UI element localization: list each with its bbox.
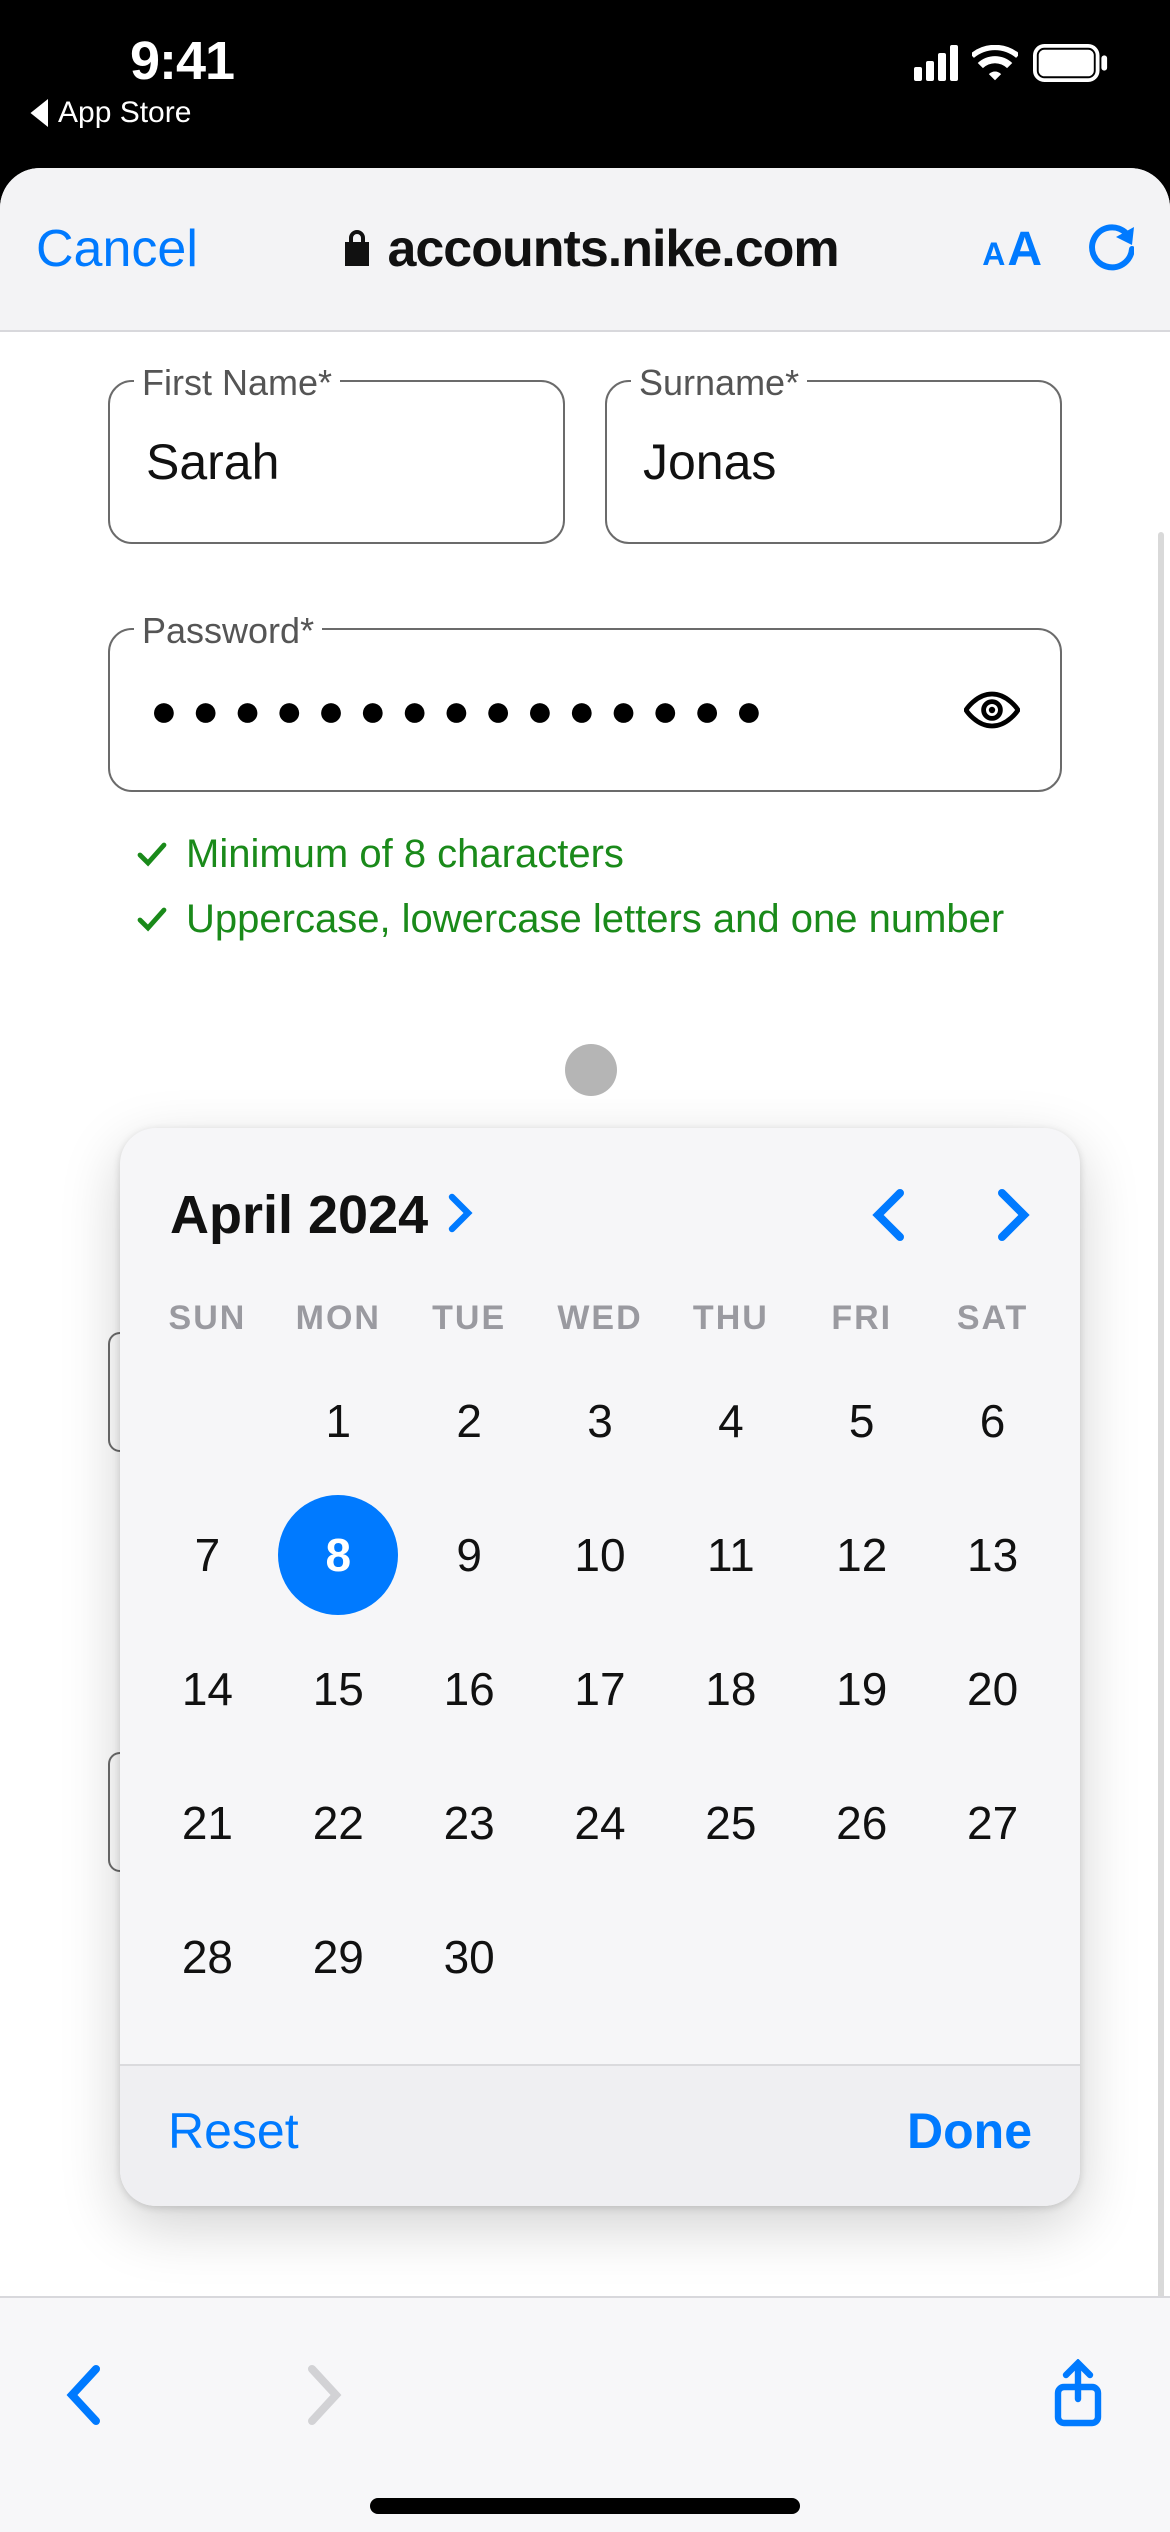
password-label: Password*	[134, 610, 322, 652]
done-button[interactable]: Done	[907, 2102, 1032, 2160]
nav-back-button[interactable]	[64, 2363, 104, 2427]
day-17[interactable]: 17	[535, 1622, 666, 1756]
touch-indicator	[565, 1044, 617, 1096]
day-16[interactable]: 16	[404, 1622, 535, 1756]
day-27[interactable]: 27	[927, 1756, 1058, 1890]
dow-header: THU	[665, 1282, 796, 1354]
day-6[interactable]: 6	[927, 1354, 1058, 1488]
day-24[interactable]: 24	[535, 1756, 666, 1890]
month-year-button[interactable]: April 2024	[170, 1184, 474, 1246]
first-name-value: Sarah	[108, 380, 565, 544]
day-5[interactable]: 5	[796, 1354, 927, 1488]
dob-field-partial	[108, 1332, 120, 1452]
check-icon	[136, 904, 168, 936]
address-bar[interactable]: accounts.nike.com	[341, 219, 838, 279]
cellular-icon	[914, 45, 958, 81]
day-15[interactable]: 15	[273, 1622, 404, 1756]
nav-forward-button	[304, 2363, 344, 2427]
dow-header: WED	[535, 1282, 666, 1354]
day-19[interactable]: 19	[796, 1622, 927, 1756]
dow-header: FRI	[796, 1282, 927, 1354]
day-25[interactable]: 25	[665, 1756, 796, 1890]
password-field[interactable]: Password* ●●●●●●●●●●●●●●●	[108, 628, 1062, 792]
status-time: 9:41	[130, 30, 234, 92]
day-21[interactable]: 21	[142, 1756, 273, 1890]
day-empty: .	[796, 1890, 927, 2024]
first-name-field[interactable]: First Name* Sarah	[108, 380, 565, 544]
first-name-label: First Name*	[134, 362, 340, 404]
day-11[interactable]: 11	[665, 1488, 796, 1622]
day-13[interactable]: 13	[927, 1488, 1058, 1622]
day-empty: .	[665, 1890, 796, 2024]
day-18[interactable]: 18	[665, 1622, 796, 1756]
check-icon	[136, 839, 168, 871]
day-12[interactable]: 12	[796, 1488, 927, 1622]
day-1[interactable]: 1	[273, 1354, 404, 1488]
scrollbar[interactable]	[1158, 532, 1164, 2332]
password-rule-charset: Uppercase, lowercase letters and one num…	[136, 897, 1062, 942]
chevron-right-icon	[446, 1184, 474, 1246]
month-year-label: April 2024	[170, 1184, 428, 1246]
status-icons	[914, 44, 1110, 82]
day-23[interactable]: 23	[404, 1756, 535, 1890]
surname-value: Jonas	[605, 380, 1062, 544]
day-empty: .	[535, 1890, 666, 2024]
back-appstore-label: App Store	[58, 96, 191, 130]
back-to-appstore[interactable]: App Store	[30, 96, 191, 130]
day-empty: .	[142, 1354, 273, 1488]
lock-icon	[341, 219, 373, 279]
dow-header: SAT	[927, 1282, 1058, 1354]
day-8[interactable]: 8	[273, 1488, 404, 1622]
day-empty: .	[927, 1890, 1058, 2024]
toggle-password-visibility-icon[interactable]	[964, 690, 1020, 730]
day-7[interactable]: 7	[142, 1488, 273, 1622]
day-10[interactable]: 10	[535, 1488, 666, 1622]
country-field-partial	[108, 1752, 120, 1872]
surname-label: Surname*	[631, 362, 807, 404]
safari-bottom-toolbar	[0, 2296, 1170, 2532]
url-domain: accounts.nike.com	[387, 219, 838, 279]
day-2[interactable]: 2	[404, 1354, 535, 1488]
day-30[interactable]: 30	[404, 1890, 535, 2024]
text-size-button[interactable]: AA	[982, 222, 1042, 277]
day-22[interactable]: 22	[273, 1756, 404, 1890]
next-month-button[interactable]	[996, 1189, 1030, 1241]
wifi-icon	[972, 45, 1018, 81]
date-picker: April 2024	[120, 1128, 1080, 2206]
password-rule-minlength: Minimum of 8 characters	[136, 832, 1062, 877]
dow-header: SUN	[142, 1282, 273, 1354]
dow-header: MON	[273, 1282, 404, 1354]
status-bar: 9:41	[0, 0, 1170, 100]
day-26[interactable]: 26	[796, 1756, 927, 1890]
share-button[interactable]	[1050, 2359, 1106, 2431]
day-20[interactable]: 20	[927, 1622, 1058, 1756]
home-indicator[interactable]	[370, 2498, 800, 2514]
surname-field[interactable]: Surname* Jonas	[605, 380, 1062, 544]
day-14[interactable]: 14	[142, 1622, 273, 1756]
cancel-button[interactable]: Cancel	[36, 219, 198, 279]
reload-button[interactable]	[1086, 223, 1134, 275]
dow-header: TUE	[404, 1282, 535, 1354]
day-29[interactable]: 29	[273, 1890, 404, 2024]
prev-month-button[interactable]	[872, 1189, 906, 1241]
day-4[interactable]: 4	[665, 1354, 796, 1488]
battery-icon	[1032, 44, 1110, 82]
day-3[interactable]: 3	[535, 1354, 666, 1488]
day-28[interactable]: 28	[142, 1890, 273, 2024]
safari-toolbar: Cancel accounts.nike.com AA	[0, 168, 1170, 332]
reset-button[interactable]: Reset	[168, 2102, 299, 2160]
day-9[interactable]: 9	[404, 1488, 535, 1622]
password-value: ●●●●●●●●●●●●●●●	[150, 683, 777, 737]
